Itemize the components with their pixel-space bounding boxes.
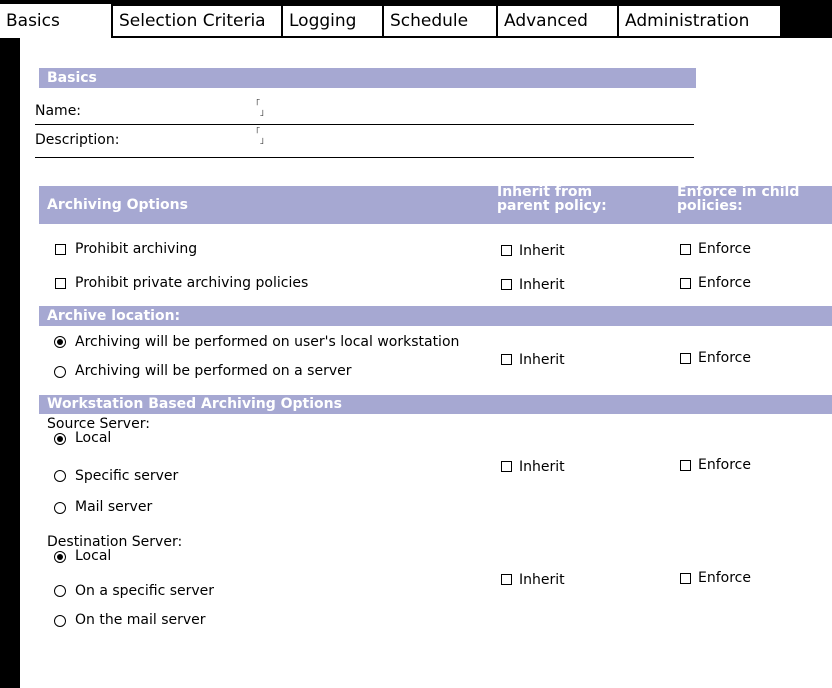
prohibit-private-enforce-checkbox[interactable]: [680, 278, 691, 289]
prohibit-archiving-inherit-label: Inherit: [519, 243, 565, 259]
destination-inherit-label: Inherit: [519, 572, 565, 588]
destination-mail-server-label: On the mail server: [75, 612, 206, 628]
destination-local-radio[interactable]: [54, 551, 66, 563]
prohibit-private-enforce-label: Enforce: [698, 275, 751, 291]
destination-local-label: Local: [75, 548, 112, 564]
tab-basics[interactable]: Basics: [0, 4, 112, 38]
name-label: Name:: [35, 103, 82, 119]
tab-advanced[interactable]: Advanced: [498, 6, 618, 36]
source-mail-server-label: Mail server: [75, 499, 153, 515]
name-field[interactable]: [250, 98, 690, 120]
prohibit-archiving-label: Prohibit archiving: [75, 241, 198, 257]
source-inherit-checkbox[interactable]: [501, 461, 512, 472]
on-server-radio[interactable]: [54, 366, 66, 378]
prohibit-private-policies-checkbox[interactable]: [55, 278, 66, 289]
prohibit-archiving-enforce-checkbox[interactable]: [680, 244, 691, 255]
source-enforce-label: Enforce: [698, 457, 751, 473]
prohibit-archiving-enforce-label: Enforce: [698, 241, 751, 257]
prohibit-private-inherit-label: Inherit: [519, 277, 565, 293]
inherit-column-header-line1: Inherit from: [497, 184, 593, 200]
source-specific-server-radio[interactable]: [54, 470, 66, 482]
local-workstation-label: Archiving will be performed on user's lo…: [75, 334, 460, 350]
description-field[interactable]: [250, 128, 690, 154]
source-specific-server-label: Specific server: [75, 468, 179, 484]
prohibit-archiving-inherit-checkbox[interactable]: [501, 245, 512, 256]
prohibit-archiving-checkbox[interactable]: [55, 244, 66, 255]
inherit-column-header-line2: parent policy:: [497, 198, 607, 214]
tab-selection-criteria[interactable]: Selection Criteria: [113, 6, 282, 36]
source-inherit-label: Inherit: [519, 459, 565, 475]
prohibit-private-inherit-checkbox[interactable]: [501, 279, 512, 290]
tab-schedule[interactable]: Schedule: [384, 6, 497, 36]
archive-location-header: Archive location:: [39, 306, 832, 326]
basics-header: Basics: [39, 68, 696, 88]
location-inherit-checkbox[interactable]: [501, 354, 512, 365]
tab-administration[interactable]: Administration: [619, 6, 781, 36]
description-divider: [35, 157, 694, 158]
policy-panel: Basics Name: 「 」 Description: 「 」 Archiv…: [20, 38, 832, 688]
destination-enforce-label: Enforce: [698, 570, 751, 586]
destination-specific-server-label: On a specific server: [75, 583, 215, 599]
destination-server-label: Destination Server:: [47, 534, 183, 550]
name-divider: [35, 124, 694, 125]
prohibit-private-policies-label: Prohibit private archiving policies: [75, 275, 309, 291]
destination-inherit-checkbox[interactable]: [501, 574, 512, 585]
enforce-column-header-line1: Enforce in child: [677, 184, 800, 200]
destination-mail-server-radio[interactable]: [54, 615, 66, 627]
tab-logging[interactable]: Logging: [283, 6, 383, 36]
description-label: Description:: [35, 132, 120, 148]
destination-specific-server-radio[interactable]: [54, 585, 66, 597]
workstation-options-header: Workstation Based Archiving Options: [39, 395, 832, 414]
location-inherit-label: Inherit: [519, 352, 565, 368]
source-local-radio[interactable]: [54, 433, 66, 445]
on-server-label: Archiving will be performed on a server: [75, 363, 352, 379]
location-enforce-label: Enforce: [698, 350, 751, 366]
source-enforce-checkbox[interactable]: [680, 460, 691, 471]
source-local-label: Local: [75, 430, 112, 446]
local-workstation-radio[interactable]: [54, 336, 66, 348]
source-mail-server-radio[interactable]: [54, 502, 66, 514]
destination-enforce-checkbox[interactable]: [680, 573, 691, 584]
location-enforce-checkbox[interactable]: [680, 353, 691, 364]
enforce-column-header-line2: policies:: [677, 198, 743, 214]
